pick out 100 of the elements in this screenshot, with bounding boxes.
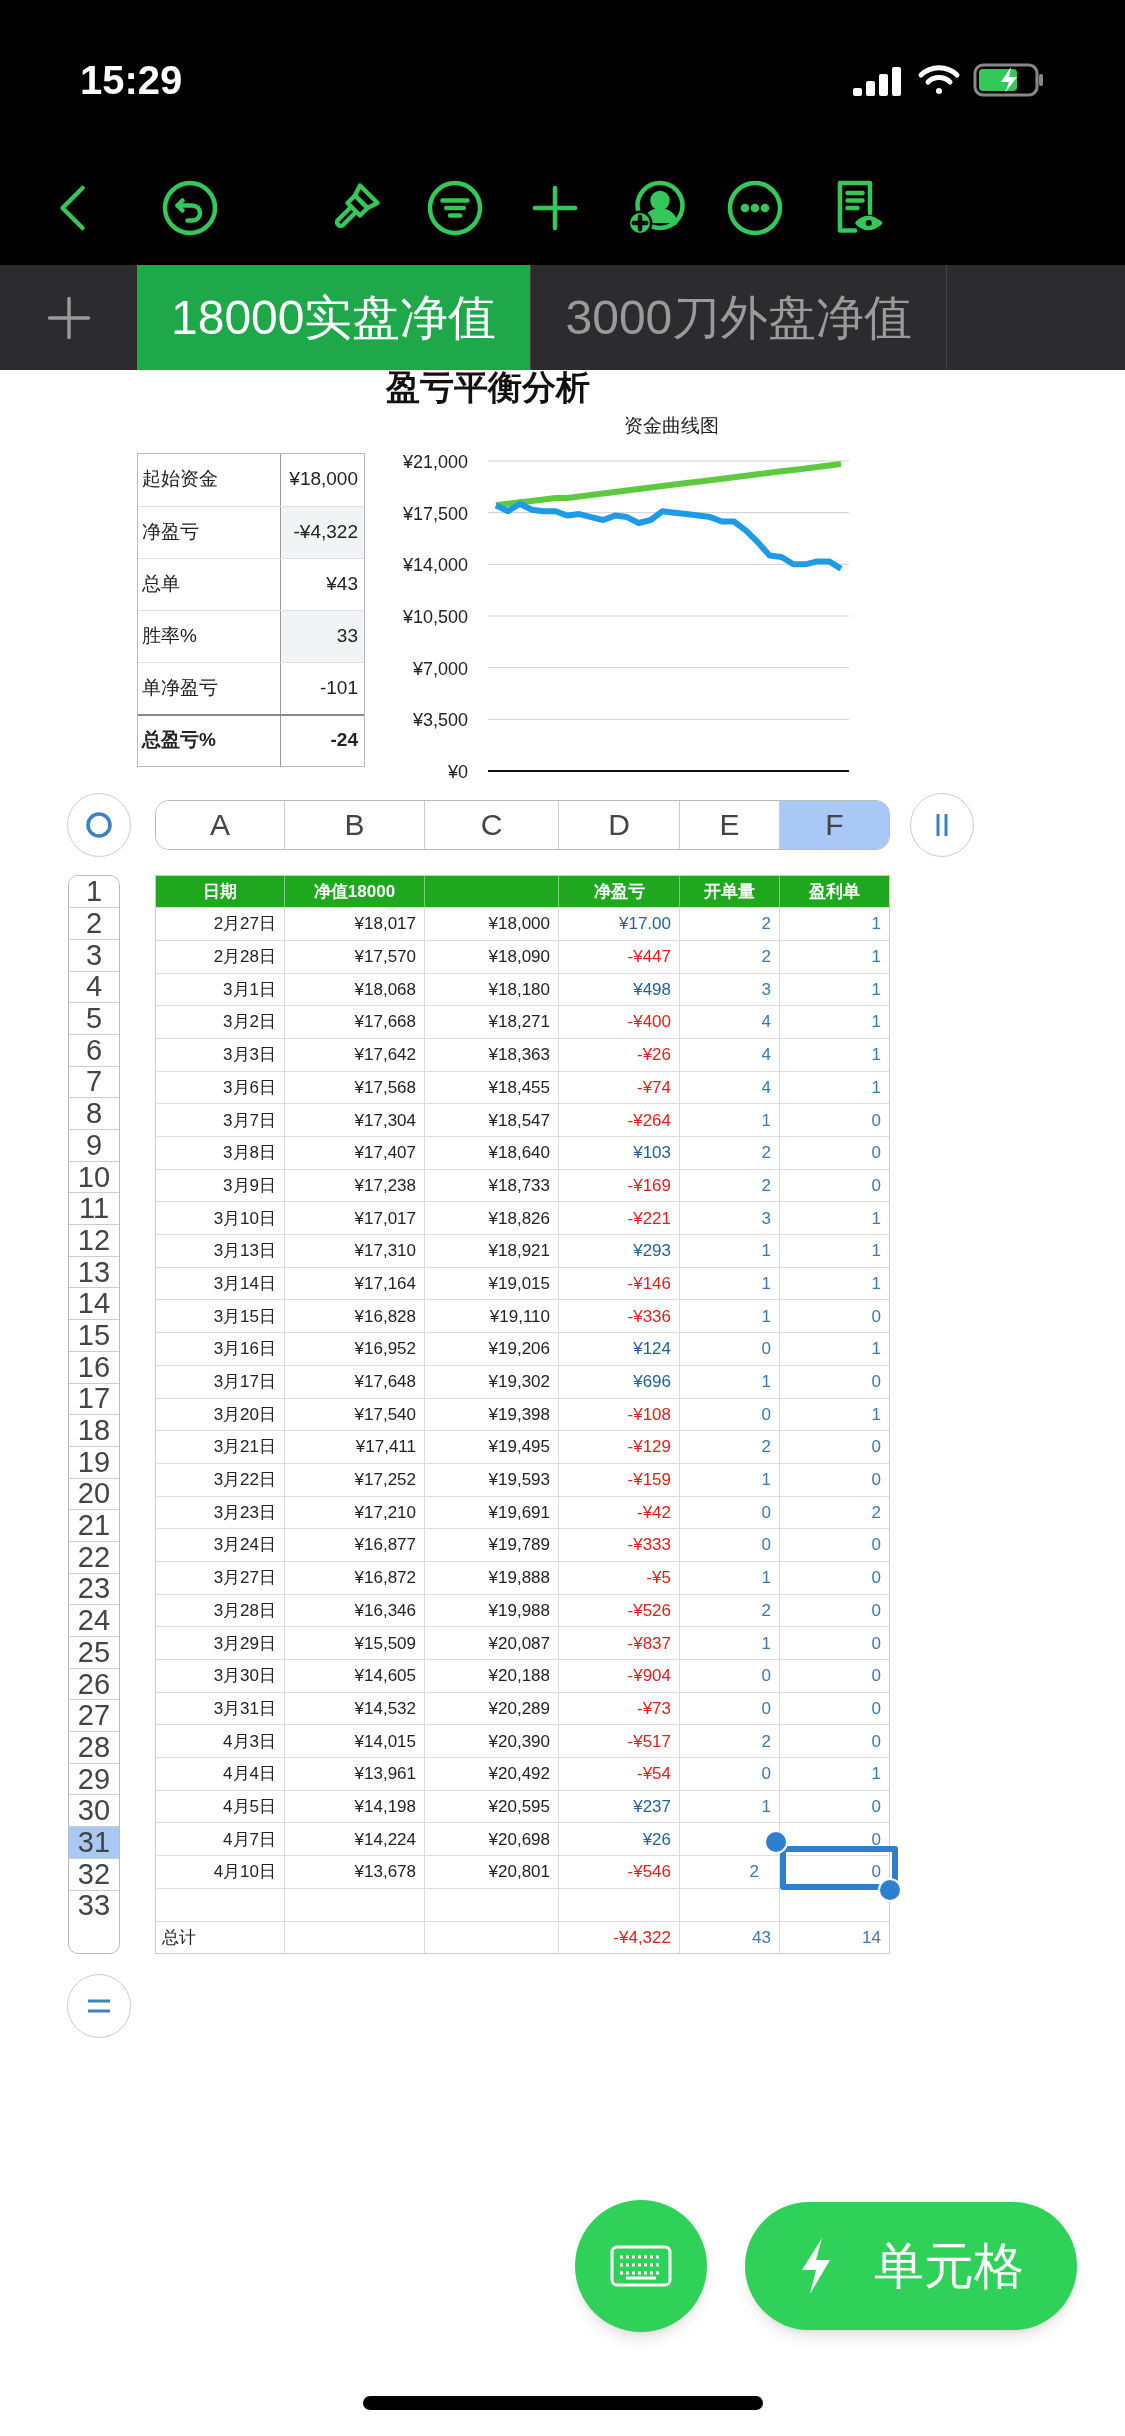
axis-tick-label: ¥0 — [447, 761, 468, 782]
table-cell-text: 3月17日 — [213, 1371, 276, 1393]
table-cell-text: 0 — [871, 1109, 881, 1132]
table-cell-text: 1 — [871, 1076, 881, 1099]
table-cell-text: ¥20,698 — [488, 1828, 550, 1851]
table-cell-text: ¥18,826 — [488, 1207, 550, 1230]
table-cell-text: -¥129 — [627, 1436, 671, 1459]
table-cell-text: ¥18,640 — [488, 1142, 550, 1165]
axis-tick-label: ¥10,500 — [402, 606, 468, 627]
table-cell-text: ¥18,180 — [488, 978, 550, 1001]
table-cell-text: -¥73 — [636, 1697, 671, 1720]
column-heading: 净盈亏 — [593, 880, 645, 903]
table-cell-text: -¥517 — [627, 1730, 671, 1753]
table-cell-text: 3月27日 — [213, 1567, 276, 1590]
table-cell-text: ¥14,532 — [354, 1697, 416, 1720]
battery-charging-icon — [973, 63, 1045, 97]
table-cell-text: ¥18,068 — [354, 978, 416, 1001]
table-cell-text: ¥103 — [633, 1142, 671, 1165]
table-cell-text: 3月10日 — [213, 1207, 276, 1230]
table-cell-text: 1 — [871, 1403, 881, 1426]
table-cell-text: 3月30日 — [213, 1665, 276, 1688]
table-cell-text: ¥19,789 — [488, 1534, 550, 1557]
table-cell-text: 4 — [761, 1076, 771, 1099]
axis-tick-label: ¥7,000 — [412, 658, 468, 679]
table-cell-text: 43 — [752, 1926, 771, 1949]
table-cell-text: -¥5 — [646, 1567, 671, 1590]
table-cell-text: 3月29日 — [213, 1632, 276, 1655]
table-cell-text: 1 — [761, 1632, 771, 1655]
table-cell-text: 3 — [761, 978, 771, 1001]
row-header[interactable]: 31 — [69, 1826, 119, 1858]
table-cell-text: ¥16,952 — [354, 1338, 416, 1361]
table-cell-text: 1 — [871, 1207, 881, 1230]
table-cell-text: 1 — [761, 1567, 771, 1590]
column-heading: 日期 — [203, 880, 237, 903]
table-cell-text: 2 — [761, 1730, 771, 1753]
table-cell-text: ¥696 — [633, 1371, 671, 1393]
table-cell-text: -¥221 — [627, 1207, 671, 1230]
table-cell-text: ¥19,206 — [488, 1338, 550, 1361]
axis-tick-label: ¥21,000 — [402, 452, 468, 472]
table-cell-text: 4月7日 — [223, 1828, 276, 1851]
table-cell-text: -¥333 — [627, 1534, 671, 1557]
table-cell-text: 3月6日 — [223, 1076, 276, 1099]
table-cell-text: ¥20,289 — [488, 1697, 550, 1720]
table-cell-text: 0 — [871, 1730, 881, 1753]
table-cell-text: 4月5日 — [223, 1795, 276, 1818]
table-cell-text: 0 — [761, 1697, 771, 1720]
axis-tick-label: ¥3,500 — [412, 709, 468, 730]
table-cell-text: ¥17,648 — [354, 1371, 416, 1393]
table-cell-text: ¥15,509 — [354, 1632, 416, 1655]
chart-title: 资金曲线图 — [622, 414, 719, 438]
table-cell-text: 1 — [761, 1240, 771, 1263]
table-cell-text: ¥17,164 — [354, 1272, 416, 1295]
table-cell-text: ¥17,642 — [354, 1044, 416, 1067]
table-cell-text: -¥159 — [627, 1469, 671, 1492]
table-cell-text: -¥26 — [636, 1044, 671, 1067]
table-cell-text: 2 — [871, 1501, 881, 1524]
table-cell-text: 0 — [871, 1665, 881, 1688]
table-cell-text: ¥124 — [633, 1338, 671, 1361]
table-cell-text: 1 — [871, 1240, 881, 1263]
table-cell-text: 4月4日 — [223, 1763, 276, 1786]
table-cell-text: 0 — [761, 1665, 771, 1688]
table-cell-text: 1 — [871, 946, 881, 969]
equals-icon — [86, 1998, 112, 2015]
column-heading: 净值18000 — [313, 880, 396, 903]
table-cell-text: ¥17,570 — [354, 946, 416, 969]
summary-value: ¥18,000 — [288, 467, 359, 492]
table-cell-text: 3月28日 — [213, 1599, 276, 1622]
table-cell-text: 3月24日 — [213, 1534, 276, 1557]
table-cell-text: ¥17,407 — [354, 1142, 416, 1165]
table-cell-text: ¥20,801 — [488, 1861, 550, 1884]
table-cell-text: 0 — [871, 1469, 881, 1492]
table-cell-text: -¥42 — [636, 1501, 671, 1524]
summary-label: 单净盈亏 — [138, 662, 281, 714]
table-cell-text: ¥17,540 — [354, 1403, 416, 1426]
table-cell-text: 1 — [761, 1795, 771, 1818]
table-cell-text: 3月13日 — [213, 1240, 276, 1263]
table-cell-text: ¥17,238 — [354, 1174, 416, 1197]
table-cell-text: ¥17,304 — [354, 1109, 416, 1132]
table-cell-text: -¥526 — [627, 1599, 671, 1622]
table-cell-text: 3月2日 — [223, 1011, 276, 1034]
status-time: 15:29 — [80, 57, 183, 104]
table-cell-text: 3月15日 — [213, 1305, 276, 1328]
column-header[interactable]: F — [779, 800, 889, 849]
table-cell-text: 0 — [871, 1534, 881, 1557]
table-cell-text: ¥16,346 — [354, 1599, 416, 1622]
table-cell-text: ¥19,302 — [488, 1371, 550, 1393]
table-cell-text: ¥19,691 — [488, 1501, 550, 1524]
table-cell-text: -¥54 — [636, 1763, 671, 1786]
summary-value: -¥4,322 — [281, 506, 364, 558]
table-cell-text: ¥20,390 — [488, 1730, 550, 1753]
table-cell-text: -¥169 — [627, 1174, 671, 1197]
table-cell-text: 0 — [871, 1305, 881, 1328]
table-cell-text: 4月10日 — [213, 1861, 276, 1884]
column-heading: 开单量 — [704, 880, 755, 903]
table-cell-text: 0 — [761, 1763, 771, 1786]
table-cell-text: ¥17,668 — [354, 1011, 416, 1034]
table-cell-text: -¥264 — [627, 1109, 671, 1132]
table-cell-text: ¥17,252 — [354, 1469, 416, 1492]
table-cell-text: 0 — [871, 1795, 881, 1818]
table-cell-text: ¥14,015 — [354, 1730, 416, 1753]
